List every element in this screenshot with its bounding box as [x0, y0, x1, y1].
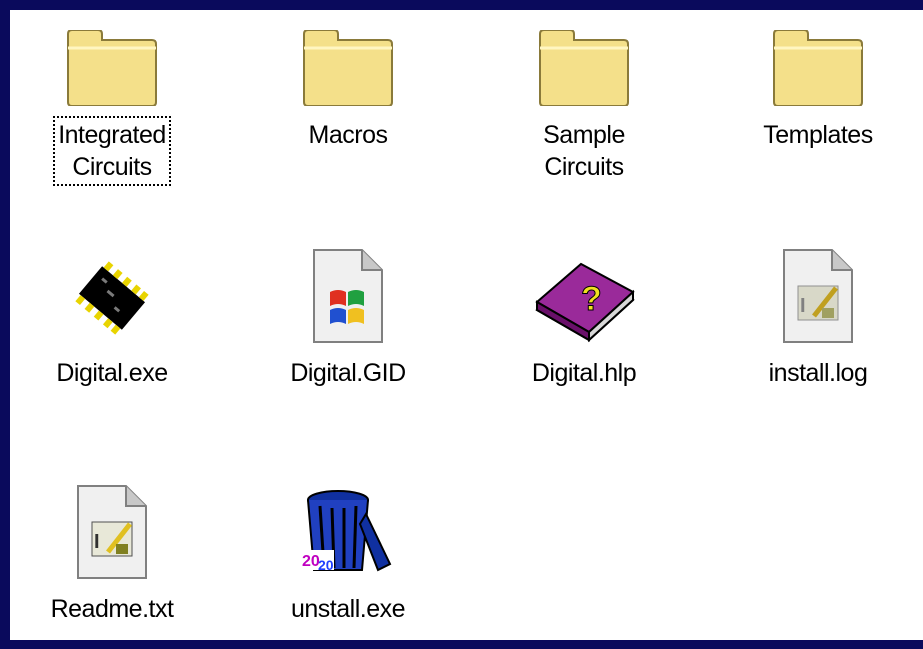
- icon-view-pane: Integrated Circuits Macros Sample Circui…: [10, 10, 923, 640]
- folder-sample-circuits[interactable]: Sample Circuits: [504, 10, 664, 184]
- folder-label: Sample Circuits: [540, 118, 628, 184]
- svg-text:I: I: [800, 295, 806, 317]
- folder-label: Templates: [760, 118, 875, 152]
- label-line-2: Circuits: [544, 153, 624, 181]
- file-label: Digital.GID: [290, 359, 406, 387]
- explorer-window-frame: Integrated Circuits Macros Sample Circui…: [0, 0, 923, 649]
- label-line-1: Macros: [308, 121, 388, 149]
- file-label: install.log: [768, 359, 868, 387]
- folder-icon: [57, 10, 167, 106]
- svg-text:?: ?: [581, 280, 602, 318]
- file-install-log[interactable]: I install.log: [738, 248, 898, 390]
- folder-macros[interactable]: Macros: [268, 10, 428, 152]
- file-digital-gid[interactable]: Digital.GID: [268, 248, 428, 390]
- file-label: Digital.hlp: [531, 359, 637, 387]
- help-book-icon: ?: [529, 248, 639, 344]
- file-digital-exe[interactable]: Digital.exe: [32, 248, 192, 390]
- svg-text:I: I: [94, 531, 100, 553]
- chip-icon: [57, 248, 167, 344]
- folder-icon: [763, 10, 873, 106]
- folder-icon: [529, 10, 639, 106]
- folder-templates[interactable]: Templates: [738, 10, 898, 152]
- windows-file-icon: [293, 248, 403, 344]
- file-readme-txt[interactable]: I Readme.txt: [32, 484, 192, 626]
- folder-icon: [293, 10, 403, 106]
- recycle-bin-icon: 20 20: [293, 484, 403, 580]
- text-document-icon: I: [57, 484, 167, 580]
- file-unstall-exe[interactable]: 20 20 unstall.exe: [268, 484, 428, 626]
- label-line-1: Templates: [763, 121, 873, 149]
- text-document-icon: I: [763, 248, 873, 344]
- file-digital-hlp[interactable]: ? Digital.hlp: [504, 248, 664, 390]
- file-label: Digital.exe: [56, 359, 168, 387]
- folder-label: Macros: [306, 118, 391, 152]
- label-line-1: Integrated: [58, 121, 166, 149]
- file-label: unstall.exe: [290, 595, 406, 623]
- folder-label: Integrated Circuits: [53, 116, 171, 186]
- label-line-1: Sample: [543, 121, 625, 149]
- svg-text:20: 20: [318, 557, 334, 573]
- folder-integrated-circuits[interactable]: Integrated Circuits: [32, 10, 192, 186]
- label-line-2: Circuits: [72, 153, 152, 181]
- file-label: Readme.txt: [50, 595, 174, 623]
